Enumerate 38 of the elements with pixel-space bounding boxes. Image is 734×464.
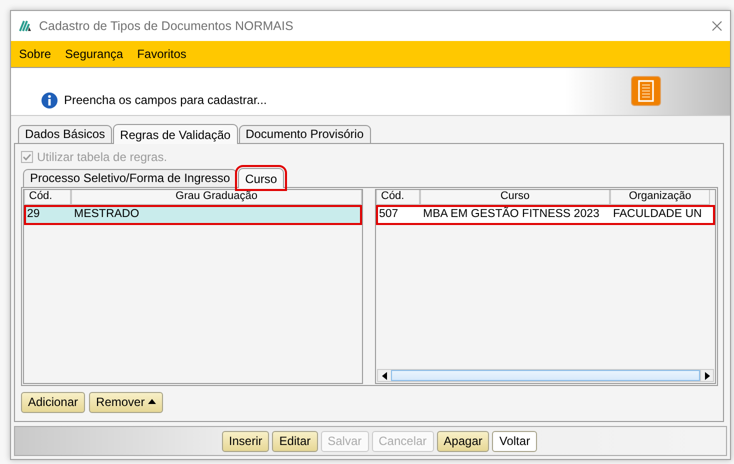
app-logo-icon <box>19 20 33 32</box>
info-message: Preencha os campos para cadastrar... <box>64 92 267 109</box>
close-icon[interactable] <box>712 21 722 31</box>
menu-item[interactable]: Segurança <box>65 45 124 63</box>
checkbox-label: Utilizar tabela de regras. <box>37 149 168 166</box>
table-row[interactable]: 29 MESTRADO <box>24 205 362 225</box>
tab[interactable]: Curso <box>238 168 284 188</box>
table-cell-text: MBA EM GESTÃO FITNESS 2023 <box>422 206 600 222</box>
table-cell-text: MESTRADO <box>73 207 140 222</box>
scrollbar-thumb[interactable] <box>391 370 700 381</box>
tab[interactable]: Dados Básicos <box>18 125 112 143</box>
scroll-right-icon[interactable] <box>704 372 710 380</box>
scroll-left-icon[interactable] <box>382 372 387 380</box>
caret-icon <box>148 399 156 404</box>
window-title: Cadastro de Tipos de Documentos NORMAIS <box>39 18 294 35</box>
tab[interactable]: Regras de Validação <box>113 124 238 144</box>
button[interactable]: Apagar <box>436 430 490 452</box>
button[interactable]: Adicionar <box>21 392 86 413</box>
column-header[interactable]: Organização <box>610 190 710 205</box>
column-header[interactable]: Grau Graduação <box>71 190 362 205</box>
tab[interactable]: Processo Seletivo/Forma de Ingresso <box>23 169 238 187</box>
tab[interactable]: Documento Provisório <box>238 125 371 143</box>
button[interactable]: Voltar <box>492 430 538 452</box>
menu-item[interactable]: Sobre <box>19 45 52 63</box>
document-icon[interactable] <box>631 76 661 106</box>
button[interactable]: Inserir <box>222 430 270 452</box>
column-header[interactable]: Curso <box>420 190 610 205</box>
table-cell-text: 507 <box>378 207 400 222</box>
button[interactable]: Editar <box>272 430 318 452</box>
table-cell-text: 29 <box>26 207 41 222</box>
horizontal-scrollbar[interactable] <box>377 369 714 382</box>
table-row[interactable]: 507 MBA EM GESTÃO FITNESS 2023 FACULDADE UN <box>376 205 715 225</box>
column-header[interactable]: Cód. <box>376 190 420 205</box>
menu-item[interactable]: Favoritos <box>137 45 186 63</box>
dropdown-button[interactable]: Remover <box>89 392 164 413</box>
info-icon <box>41 92 58 109</box>
table-cell-text: FACULDADE UN <box>612 207 703 222</box>
column-header[interactable]: Cód. <box>24 190 71 205</box>
